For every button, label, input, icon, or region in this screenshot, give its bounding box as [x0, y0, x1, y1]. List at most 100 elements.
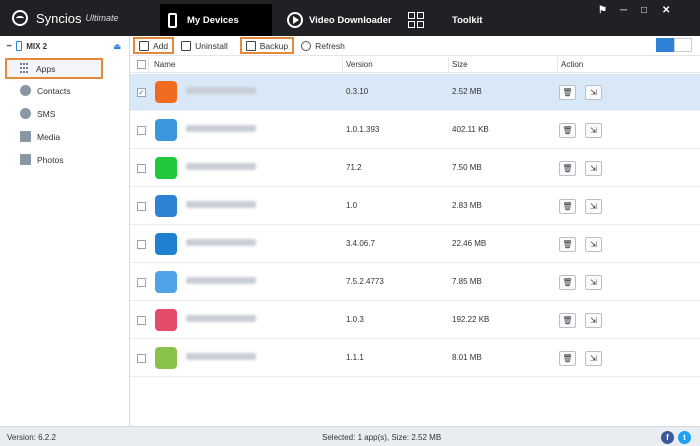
export-app-icon[interactable]: ⇲ — [585, 199, 602, 214]
sidebar-item-label: Contacts — [37, 85, 71, 96]
grid-view-icon[interactable] — [656, 38, 674, 52]
delete-app-icon[interactable]: 🗑 — [559, 161, 576, 176]
app-icon — [155, 233, 177, 255]
table-row[interactable]: 1.0.1.393 402.11 KB 🗑 ⇲ — [130, 112, 700, 149]
row-checkbox[interactable] — [137, 316, 146, 325]
toolbar: Add Uninstall Backup Refresh — [130, 36, 700, 56]
delete-app-icon[interactable]: 🗑 — [559, 123, 576, 138]
sidebar-item-sms[interactable]: SMS — [0, 102, 129, 125]
app-name-blurred — [186, 87, 256, 94]
list-view-icon[interactable] — [674, 38, 692, 52]
app-name-blurred — [186, 125, 256, 132]
table-row[interactable]: ✓ 0.3.10 2.52 MB 🗑 ⇲ — [130, 74, 700, 111]
uninstall-button[interactable]: Uninstall — [177, 37, 232, 54]
app-size: 22.46 MB — [452, 239, 487, 248]
row-checkbox[interactable] — [137, 202, 146, 211]
delete-app-icon[interactable]: 🗑 — [559, 85, 576, 100]
app-version: 0.3.10 — [346, 87, 369, 96]
minimize-button[interactable]: ─ — [620, 5, 627, 16]
app-icon — [155, 347, 177, 369]
backup-button[interactable]: Backup — [239, 37, 295, 54]
app-name-blurred — [186, 353, 256, 360]
app-icon — [155, 271, 177, 293]
export-app-icon[interactable]: ⇲ — [585, 161, 602, 176]
export-app-icon[interactable]: ⇲ — [585, 85, 602, 100]
delete-app-icon[interactable]: 🗑 — [559, 351, 576, 366]
app-version: 1.0 — [346, 201, 358, 210]
table-row[interactable]: 1.1.1 8.01 MB 🗑 ⇲ — [130, 340, 700, 377]
row-checkbox[interactable] — [137, 164, 146, 173]
app-size: 7.50 MB — [452, 163, 482, 172]
row-checkbox[interactable]: ✓ — [137, 88, 146, 97]
facebook-icon[interactable]: f — [661, 431, 674, 444]
tab-my-devices[interactable]: My Devices — [160, 4, 272, 36]
refresh-button[interactable]: Refresh — [297, 37, 349, 54]
header-size[interactable]: Size — [452, 60, 468, 69]
add-import-icon — [139, 40, 149, 51]
sidebar-item-contacts[interactable]: Contacts — [0, 79, 129, 102]
app-size: 192.22 KB — [452, 315, 490, 324]
toolkit-grid-icon — [408, 12, 424, 28]
backup-label: Backup — [259, 40, 289, 51]
media-icon — [20, 131, 31, 142]
table-row[interactable]: 71.2 7.50 MB 🗑 ⇲ — [130, 150, 700, 187]
export-app-icon[interactable]: ⇲ — [585, 123, 602, 138]
table-row[interactable]: 1.0 2.83 MB 🗑 ⇲ — [130, 188, 700, 225]
eject-icon[interactable]: ⏏ — [113, 42, 121, 51]
phone-icon — [168, 12, 177, 28]
delete-app-icon[interactable]: 🗑 — [559, 237, 576, 252]
tab-label: Video Downloader — [309, 14, 392, 26]
app-icon — [155, 157, 177, 179]
close-button[interactable]: ✕ — [662, 5, 670, 16]
selection-summary: Selected: 1 app(s), Size: 2.52 MB — [322, 433, 442, 442]
app-version: 7.5.2.4773 — [346, 277, 384, 286]
refresh-icon — [301, 40, 312, 51]
app-size: 7.85 MB — [452, 277, 482, 286]
export-app-icon[interactable]: ⇲ — [585, 237, 602, 252]
tab-video-downloader[interactable]: Video Downloader — [283, 4, 393, 36]
sidebar-item-label: Apps — [36, 63, 56, 74]
twitter-icon[interactable]: t — [678, 431, 691, 444]
collapse-arrow-icon[interactable]: ━ — [7, 42, 11, 50]
select-all-checkbox[interactable] — [137, 60, 146, 69]
header-version[interactable]: Version — [346, 60, 373, 69]
delete-app-icon[interactable]: 🗑 — [559, 199, 576, 214]
table-row[interactable]: 3.4.06.7 22.46 MB 🗑 ⇲ — [130, 226, 700, 263]
delete-app-icon[interactable]: 🗑 — [559, 275, 576, 290]
play-icon — [287, 12, 303, 28]
contacts-icon — [20, 85, 31, 96]
tab-label: My Devices — [187, 14, 239, 26]
export-app-icon[interactable]: ⇲ — [585, 275, 602, 290]
row-checkbox[interactable] — [137, 354, 146, 363]
header-name[interactable]: Name — [154, 60, 175, 69]
table-row[interactable]: 1.0.3 192.22 KB 🗑 ⇲ — [130, 302, 700, 339]
table-row[interactable]: 7.5.2.4773 7.85 MB 🗑 ⇲ — [130, 264, 700, 301]
app-icon — [155, 195, 177, 217]
app-version: 1.0.3 — [346, 315, 364, 324]
device-header[interactable]: ━ MIX 2 ⏏ — [0, 36, 129, 56]
uninstall-label: Uninstall — [195, 40, 228, 51]
photos-icon — [20, 154, 31, 165]
row-checkbox[interactable] — [137, 278, 146, 287]
sidebar-item-label: SMS — [37, 108, 56, 119]
apps-table: Name Version Size Action ✓ 0.3.10 2.52 MB 🗑… — [130, 57, 700, 426]
delete-app-icon[interactable]: 🗑 — [559, 313, 576, 328]
backup-icon — [245, 40, 256, 51]
sidebar-item-apps[interactable]: Apps — [5, 58, 103, 79]
row-checkbox[interactable] — [137, 126, 146, 135]
export-app-icon[interactable]: ⇲ — [585, 351, 602, 366]
sidebar-item-photos[interactable]: Photos — [0, 148, 129, 171]
sms-bubble-icon — [20, 108, 31, 119]
export-app-icon[interactable]: ⇲ — [585, 313, 602, 328]
sidebar-item-media[interactable]: Media — [0, 125, 129, 148]
app-size: 2.52 MB — [452, 87, 482, 96]
tab-toolkit[interactable]: Toolkit — [404, 4, 494, 36]
app-icon — [155, 81, 177, 103]
row-checkbox[interactable] — [137, 240, 146, 249]
device-phone-icon — [16, 41, 23, 51]
app-name: Syncios — [36, 10, 82, 26]
app-name-blurred — [186, 239, 256, 246]
add-button[interactable]: Add — [133, 37, 175, 54]
maximize-button[interactable]: □ — [641, 5, 647, 16]
feedback-icon[interactable]: ⚑ — [598, 5, 607, 16]
